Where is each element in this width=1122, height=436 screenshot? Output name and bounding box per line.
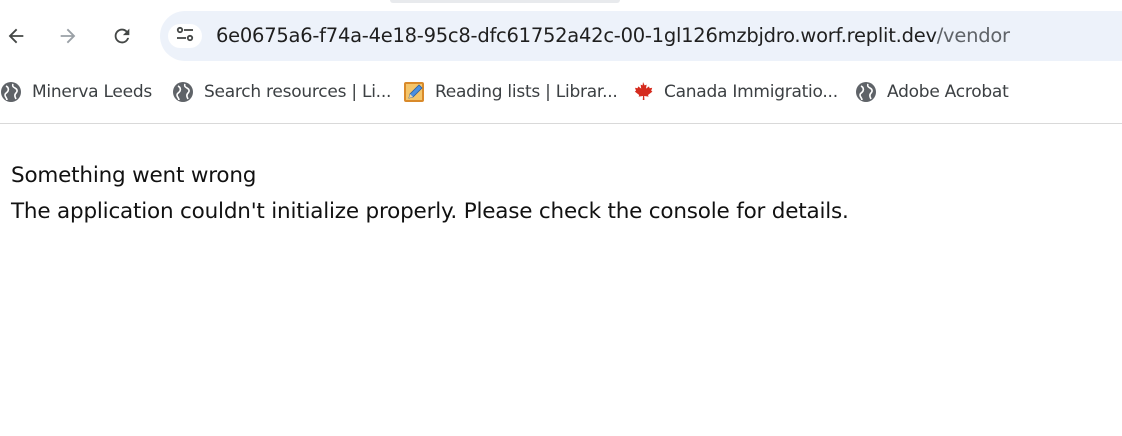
arrow-left-icon bbox=[5, 25, 27, 47]
reload-icon bbox=[111, 25, 133, 47]
error-title: Something went wrong bbox=[11, 163, 257, 188]
forward-button[interactable] bbox=[52, 20, 84, 52]
url-host: 6e0675a6-f74a-4e18-95c8-dfc61752a42c-00-… bbox=[216, 24, 937, 47]
globe-icon bbox=[0, 81, 22, 103]
maple-leaf-icon bbox=[632, 81, 654, 103]
arrow-right-icon bbox=[57, 25, 79, 47]
active-tab-edge bbox=[390, 0, 620, 3]
bookmarks-bar: Minerva Leeds Search resources | Li... R… bbox=[0, 79, 1122, 105]
bookmark-minerva-leeds[interactable]: Minerva Leeds bbox=[0, 79, 152, 105]
bookmark-reading-lists[interactable]: Reading lists | Librar... bbox=[403, 79, 618, 105]
bookmark-label: Adobe Acrobat bbox=[887, 82, 1009, 102]
bookmark-label: Canada Immigratio... bbox=[664, 82, 838, 102]
url-path: /vendor bbox=[936, 24, 1010, 47]
tune-icon bbox=[175, 24, 195, 48]
site-info-button[interactable] bbox=[168, 24, 202, 48]
bookmark-label: Reading lists | Librar... bbox=[435, 82, 618, 102]
address-bar[interactable]: 6e0675a6-f74a-4e18-95c8-dfc61752a42c-00-… bbox=[160, 11, 1122, 61]
bookmark-label: Minerva Leeds bbox=[32, 82, 152, 102]
error-content: Something went wrong The application cou… bbox=[11, 158, 849, 230]
browser-toolbar: 6e0675a6-f74a-4e18-95c8-dfc61752a42c-00-… bbox=[0, 0, 1122, 124]
pencil-notepad-icon bbox=[403, 81, 425, 103]
bookmark-search-resources[interactable]: Search resources | Li... bbox=[172, 79, 391, 105]
bookmark-label: Search resources | Li... bbox=[204, 82, 392, 102]
error-message: The application couldn't initialize prop… bbox=[11, 199, 849, 224]
bookmark-adobe-acrobat[interactable]: Adobe Acrobat bbox=[855, 79, 1009, 105]
back-button[interactable] bbox=[0, 20, 32, 52]
url-text[interactable]: 6e0675a6-f74a-4e18-95c8-dfc61752a42c-00-… bbox=[216, 24, 1010, 48]
bookmark-canada-immigration[interactable]: Canada Immigratio... bbox=[632, 79, 838, 105]
globe-icon bbox=[172, 81, 194, 103]
globe-icon bbox=[855, 81, 877, 103]
reload-button[interactable] bbox=[106, 20, 138, 52]
